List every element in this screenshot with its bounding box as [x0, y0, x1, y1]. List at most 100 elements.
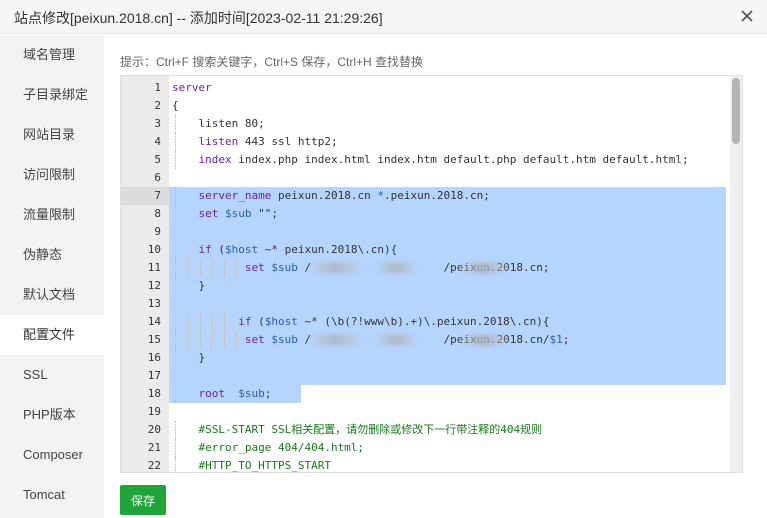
code-line: if ($host ~* peixun.2018\.cn){ — [169, 241, 730, 259]
code-token: peixun.2018.cn — [271, 189, 378, 202]
redacted-path — [374, 334, 418, 346]
line-number: 4 — [154, 135, 161, 148]
sidebar-item[interactable]: 访问限制 — [0, 155, 104, 195]
code-line: } — [169, 349, 730, 367]
sidebar-item[interactable]: PHP版本 — [0, 395, 104, 435]
code-text: #SSL-START SSL相关配置，请勿删除或修改下一行带注释的404规则 — [172, 421, 542, 439]
editor-scrollbar[interactable] — [730, 76, 742, 472]
line-number: 7 — [121, 187, 169, 205]
code-token: } — [172, 279, 206, 292]
code-token-var: $1 — [549, 333, 563, 346]
code-token: index.php index.html index.htm default.p… — [231, 153, 689, 166]
code-token: ( — [211, 243, 225, 256]
code-line: listen 80; — [169, 115, 730, 133]
code-line: listen 443 ssl http2; — [169, 133, 730, 151]
code-line: if ($host ~* (\b(?!www\b).+)\.peixun.201… — [169, 313, 730, 331]
code-token-var: $host — [225, 243, 259, 256]
line-number-gutter: 1 2 3 4 5 6 7 8 9 10 11 12 13 14 15 16 17 18 19 20 21 22 — [121, 76, 169, 472]
text-selection — [169, 295, 726, 313]
code-token-kw: set — [198, 207, 219, 220]
config-file-panel: 提示：Ctrl+F 搜索关键字，Ctrl+S 保存，Ctrl+H 查找替换 12… — [104, 35, 767, 518]
code-token-var: $sub — [225, 207, 252, 220]
code-token: ( — [251, 315, 265, 328]
line-number: 6 — [154, 171, 161, 184]
redacted-path — [459, 262, 509, 274]
code-token-var: $sub — [238, 387, 265, 400]
code-token: listen 80; — [172, 117, 265, 130]
sidebar-item[interactable]: 默认文档 — [0, 275, 104, 315]
code-text: if ($host ~* peixun.2018\.cn){ — [172, 241, 398, 259]
code-token: ~* peixun.2018\.cn){ — [258, 243, 398, 256]
line-number: 3 — [154, 117, 161, 130]
editor-scrollbar-thumb[interactable] — [732, 78, 740, 144]
redacted-path — [374, 262, 418, 274]
sidebar-item[interactable]: SSL — [0, 355, 104, 395]
line-number: 13 — [147, 297, 161, 310]
redacted-path — [309, 334, 362, 346]
sidebar-item[interactable]: 网站目录 — [0, 115, 104, 155]
code-token: } — [172, 351, 206, 364]
code-line: set $sub ""; — [169, 205, 730, 223]
code-text: #HTTP_TO_HTTPS_START — [172, 457, 331, 472]
code-token: 443 ssl http2; — [238, 135, 338, 148]
code-token-var: * — [377, 189, 384, 202]
sidebar-item[interactable]: Composer — [0, 435, 104, 475]
code-line: set $sub / /peixun.2018.cn; — [169, 259, 730, 277]
text-selection — [169, 349, 726, 367]
save-button[interactable]: 保存 — [120, 485, 166, 515]
sidebar-item[interactable]: 域名管理 — [0, 35, 104, 75]
code-token-kw: server_name — [198, 189, 272, 202]
code-line: { — [169, 97, 730, 115]
line-number: 12 — [147, 279, 161, 292]
code-token: .peixun.2018.cn; — [383, 189, 490, 202]
code-area[interactable]: server { listen 80; listen 443 ssl http2;… — [169, 76, 730, 472]
close-icon[interactable] — [737, 6, 757, 26]
code-token-kw: listen — [198, 135, 239, 148]
code-line: #SSL-START SSL相关配置，请勿删除或修改下一行带注释的404规则 — [169, 421, 730, 439]
code-line: #HTTP_TO_HTTPS_START — [169, 457, 730, 472]
line-number: 9 — [154, 225, 161, 238]
code-line — [169, 223, 730, 241]
code-text: listen 80; — [172, 115, 265, 133]
dialog-title: 站点修改[peixun.2018.cn] -- 添加时间[2023-02-11 … — [14, 10, 383, 26]
code-text: { — [172, 97, 179, 115]
line-number: 8 — [154, 207, 161, 220]
code-token-kw: if — [238, 315, 252, 328]
code-text: } — [172, 349, 205, 367]
code-text: server — [172, 79, 212, 97]
line-number: 5 — [154, 153, 161, 166]
line-number: 10 — [147, 243, 161, 256]
sidebar-item[interactable]: 伪静态 — [0, 235, 104, 275]
code-token-kw: if — [198, 243, 212, 256]
line-number: 1 — [154, 81, 161, 94]
code-token-cm: #error_page 404/404.html; — [172, 441, 365, 454]
code-line: set $sub / /peixun.2018.cn/$1; — [169, 331, 730, 349]
dialog-titlebar: 站点修改[peixun.2018.cn] -- 添加时间[2023-02-11 … — [0, 0, 767, 34]
sidebar-item[interactable]: 流量限制 — [0, 195, 104, 235]
code-line: server_name peixun.2018.cn *.peixun.2018… — [169, 187, 730, 205]
code-text: set $sub ""; — [172, 205, 279, 223]
code-token-var: $sub — [271, 333, 298, 346]
code-line: root $sub; — [169, 385, 730, 403]
code-token-cm: #HTTP_TO_HTTPS_START — [172, 459, 331, 472]
sidebar-item[interactable]: 子目录绑定 — [0, 75, 104, 115]
shortcut-tip: 提示：Ctrl+F 搜索关键字，Ctrl+S 保存，Ctrl+H 查找替换 — [120, 55, 424, 69]
line-number: 18 — [147, 387, 161, 400]
settings-sidebar: 域名管理 子目录绑定 网站目录 访问限制 流量限制 伪静态 默认文档 配置文件 SSL PHP版本… — [0, 35, 104, 518]
text-selection — [169, 277, 726, 295]
code-editor[interactable]: 1 2 3 4 5 6 7 8 9 10 11 12 13 14 15 16 17 18 19 20 21 22 serv… — [120, 75, 743, 473]
sidebar-item[interactable]: Tomcat — [0, 475, 104, 515]
sidebar-item[interactable]: 配置文件 — [0, 315, 104, 355]
code-text: server_name peixun.2018.cn *.peixun.2018… — [172, 187, 490, 205]
code-token-kw: server — [172, 81, 212, 94]
code-line: #error_page 404/404.html; — [169, 439, 730, 457]
